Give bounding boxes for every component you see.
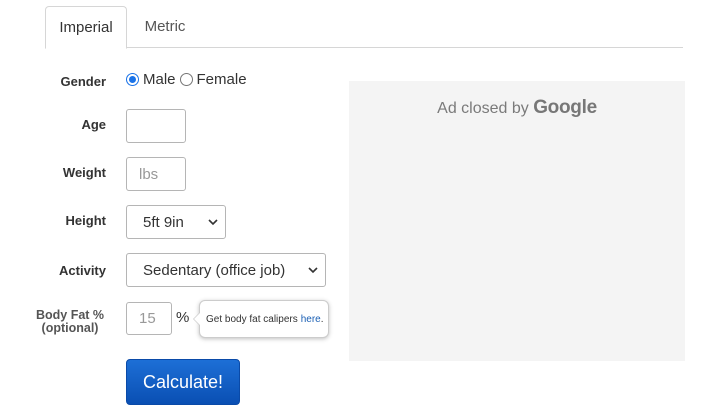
body-fat-unit: % xyxy=(176,309,190,326)
age-input[interactable] xyxy=(126,109,186,143)
calipers-link[interactable]: here xyxy=(301,314,321,325)
calipers-tooltip: Get body fat calipers here. xyxy=(193,300,329,338)
gender-radio-group: Male Female xyxy=(126,71,251,88)
google-logo: Google xyxy=(533,97,597,118)
activity-select[interactable]: Sedentary (office job) xyxy=(126,253,326,287)
body-fat-input[interactable]: 15 xyxy=(126,302,172,335)
ad-closed-text: Ad closed by Google xyxy=(349,97,685,119)
ad-closed-label: Ad closed by xyxy=(437,100,529,117)
gender-female-radio[interactable] xyxy=(179,73,193,86)
ad-placeholder: Ad closed by Google xyxy=(349,81,685,361)
gender-male-label[interactable]: Male xyxy=(143,71,176,88)
body-fat-label: Body Fat % (optional) xyxy=(30,309,110,335)
tab-imperial[interactable]: Imperial xyxy=(45,6,127,49)
weight-input[interactable]: lbs xyxy=(126,157,186,191)
activity-select-value: Sedentary (office job) xyxy=(143,261,286,279)
height-select[interactable]: 5ft 9in xyxy=(126,205,226,239)
age-label: Age xyxy=(81,117,106,132)
tooltip-end: . xyxy=(320,313,324,325)
tooltip-text: Get body fat calipers xyxy=(206,313,298,325)
height-label: Height xyxy=(65,213,106,228)
gender-female-label[interactable]: Female xyxy=(197,71,247,88)
unit-tabs: Imperial Metric xyxy=(45,6,683,49)
tab-metric[interactable]: Metric xyxy=(133,6,197,48)
body-fat-label-line2: (optional) xyxy=(41,321,99,335)
calculate-button[interactable]: Calculate! xyxy=(126,359,240,405)
chevron-down-icon xyxy=(208,219,218,226)
chevron-down-icon xyxy=(308,267,318,274)
gender-male-radio[interactable] xyxy=(126,73,139,86)
activity-label: Activity xyxy=(59,263,106,278)
weight-label: Weight xyxy=(62,165,106,180)
height-select-value: 5ft 9in xyxy=(143,213,184,231)
gender-label: Gender xyxy=(60,74,106,89)
